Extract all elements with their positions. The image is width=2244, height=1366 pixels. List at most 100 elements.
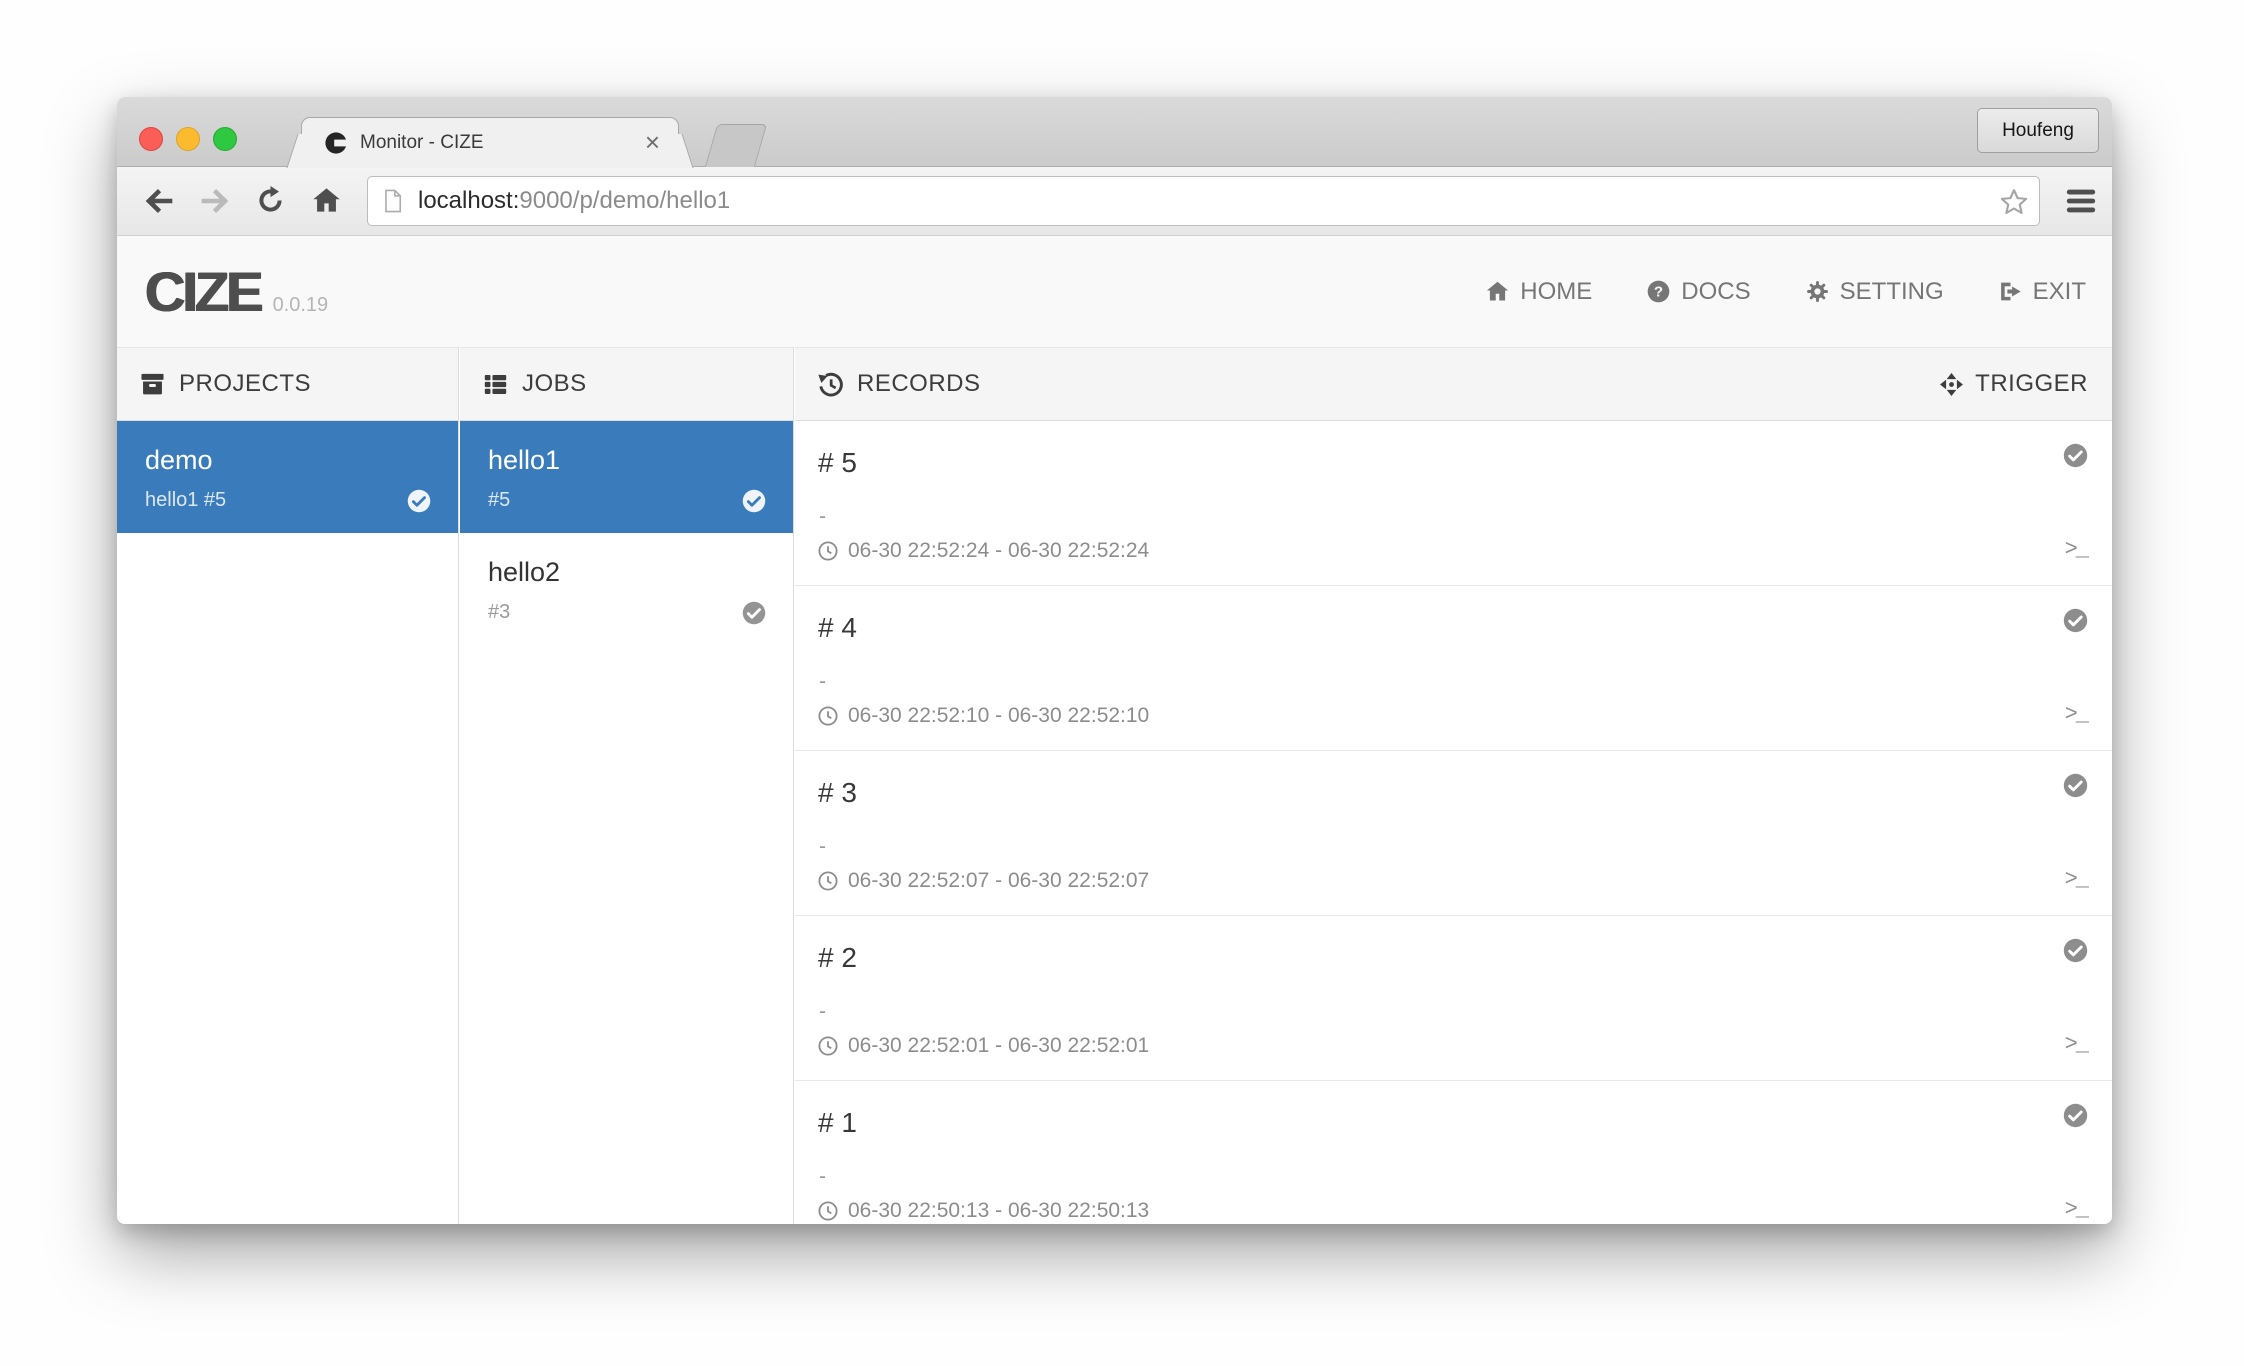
close-window-button[interactable] (139, 127, 163, 151)
records-header-left: RECORDS (817, 370, 981, 398)
check-circle-icon (741, 600, 767, 626)
home-icon (1485, 279, 1510, 304)
record-row[interactable]: # 2 - 06-30 22:52:01 - 06-30 22:52:01 >_ (795, 916, 2112, 1081)
check-circle-icon (2062, 772, 2089, 799)
projects-header: PROJECTS (117, 347, 458, 421)
tab-close-icon[interactable]: × (645, 118, 660, 166)
trigger-button[interactable]: TRIGGER (1939, 370, 2088, 398)
record-title: # 1 (818, 1107, 857, 1139)
record-row[interactable]: # 1 - 06-30 22:50:13 - 06-30 22:50:13 >_ (795, 1081, 2112, 1224)
check-circle-icon (2062, 1102, 2089, 1129)
record-detail: - (819, 670, 826, 694)
job-subtitle: #5 (488, 489, 510, 512)
svg-text:?: ? (1654, 284, 1663, 301)
app-header: CIZE 0.0.19 HOME ? DOCS SETTING (117, 236, 2112, 347)
zoom-window-button[interactable] (213, 127, 237, 151)
project-subtitle: hello1 #5 (145, 489, 226, 512)
record-timeline: 06-30 22:52:10 - 06-30 22:52:10 (817, 704, 1149, 728)
minimize-window-button[interactable] (176, 127, 200, 151)
record-detail: - (819, 1000, 826, 1024)
terminal-icon[interactable]: >_ (2065, 702, 2087, 727)
jobs-pane: JOBS hello1 #5 hello2 #3 (460, 347, 794, 1224)
cize-favicon (324, 131, 348, 155)
browser-menu-icon[interactable] (2064, 184, 2098, 218)
address-bar[interactable]: localhost:9000/p/demo/hello1 (367, 176, 2040, 226)
record-detail: - (819, 505, 826, 529)
record-time: 06-30 22:52:01 - 06-30 22:52:01 (848, 1034, 1149, 1058)
browser-toolbar: localhost:9000/p/demo/hello1 (117, 167, 2112, 236)
nav-exit[interactable]: EXIT (1998, 278, 2086, 306)
sign-out-icon (1998, 279, 2023, 304)
clock-icon (817, 540, 839, 562)
record-detail: - (819, 835, 826, 859)
records-header-label: RECORDS (857, 370, 981, 398)
record-timeline: 06-30 22:52:07 - 06-30 22:52:07 (817, 869, 1149, 893)
trigger-arrows-icon (1939, 372, 1964, 397)
check-circle-icon (741, 488, 767, 514)
job-item-hello1[interactable]: hello1 #5 (460, 421, 793, 533)
clock-icon (817, 1200, 839, 1222)
record-title: # 3 (818, 777, 857, 809)
url-path: 9000/p/demo/hello1 (519, 187, 730, 214)
check-circle-icon (2062, 607, 2089, 634)
forward-icon[interactable] (199, 185, 231, 217)
tab-title: Monitor - CIZE (360, 118, 484, 168)
record-row[interactable]: # 4 - 06-30 22:52:10 - 06-30 22:52:10 >_ (795, 586, 2112, 751)
record-row[interactable]: # 5 - 06-30 22:52:24 - 06-30 22:52:24 >_ (795, 421, 2112, 586)
window-controls (139, 127, 237, 151)
check-circle-icon (406, 488, 432, 514)
records-header: RECORDS TRIGGER (795, 347, 2112, 421)
record-timeline: 06-30 22:52:24 - 06-30 22:52:24 (817, 539, 1149, 563)
job-item-hello2[interactable]: hello2 #3 (460, 533, 793, 645)
record-title: # 2 (818, 942, 857, 974)
records-list: # 5 - 06-30 22:52:24 - 06-30 22:52:24 >_… (795, 421, 2112, 1223)
trigger-label: TRIGGER (1975, 370, 2088, 398)
projects-header-label: PROJECTS (179, 370, 311, 398)
record-time: 06-30 22:52:24 - 06-30 22:52:24 (848, 539, 1149, 563)
profile-button[interactable]: Houfeng (1977, 108, 2099, 153)
gear-icon (1805, 279, 1830, 304)
reload-icon[interactable] (255, 185, 287, 217)
browser-window: Monitor - CIZE × Houfeng localhost:9000/… (117, 97, 2112, 1224)
home-toolbar-icon[interactable] (311, 185, 343, 217)
nav-setting[interactable]: SETTING (1805, 278, 1944, 306)
record-time: 06-30 22:50:13 - 06-30 22:50:13 (848, 1199, 1149, 1223)
page-icon (380, 188, 406, 214)
projects-list: demo hello1 #5 (117, 421, 458, 1223)
record-detail: - (819, 1165, 826, 1189)
app-version: 0.0.19 (273, 294, 329, 317)
nav-setting-label: SETTING (1840, 278, 1944, 306)
jobs-header: JOBS (460, 347, 793, 421)
nav-docs[interactable]: ? DOCS (1646, 278, 1750, 306)
record-timeline: 06-30 22:50:13 - 06-30 22:50:13 (817, 1199, 1149, 1223)
project-item-demo[interactable]: demo hello1 #5 (117, 421, 458, 533)
new-tab-button[interactable] (705, 124, 767, 167)
nav-home[interactable]: HOME (1485, 278, 1592, 306)
project-name: demo (145, 445, 213, 476)
job-name: hello2 (488, 557, 560, 588)
app-nav: HOME ? DOCS SETTING EXIT (1485, 278, 2086, 306)
clock-icon (817, 705, 839, 727)
terminal-icon[interactable]: >_ (2065, 537, 2087, 562)
job-subtitle: #3 (488, 601, 510, 624)
archive-icon (139, 371, 166, 398)
check-circle-icon (2062, 442, 2089, 469)
app-body: PROJECTS demo hello1 #5 JOBS (117, 347, 2112, 1224)
terminal-icon[interactable]: >_ (2065, 1032, 2087, 1057)
list-icon (482, 371, 509, 398)
bookmark-star-icon[interactable] (1999, 187, 2029, 217)
terminal-icon[interactable]: >_ (2065, 1197, 2087, 1222)
url-text: localhost:9000/p/demo/hello1 (418, 187, 730, 215)
records-pane: RECORDS TRIGGER # 5 - 06-30 22:52:24 - 0… (795, 347, 2112, 1224)
terminal-icon[interactable]: >_ (2065, 867, 2087, 892)
app-logo-block: CIZE 0.0.19 (145, 259, 328, 324)
record-time: 06-30 22:52:10 - 06-30 22:52:10 (848, 704, 1149, 728)
app-logo: CIZE (145, 259, 261, 324)
url-host: localhost: (418, 187, 519, 214)
check-circle-icon (2062, 937, 2089, 964)
record-title: # 4 (818, 612, 857, 644)
record-title: # 5 (818, 447, 857, 479)
browser-tab[interactable]: Monitor - CIZE × (301, 117, 679, 168)
record-row[interactable]: # 3 - 06-30 22:52:07 - 06-30 22:52:07 >_ (795, 751, 2112, 916)
back-icon[interactable] (143, 185, 175, 217)
